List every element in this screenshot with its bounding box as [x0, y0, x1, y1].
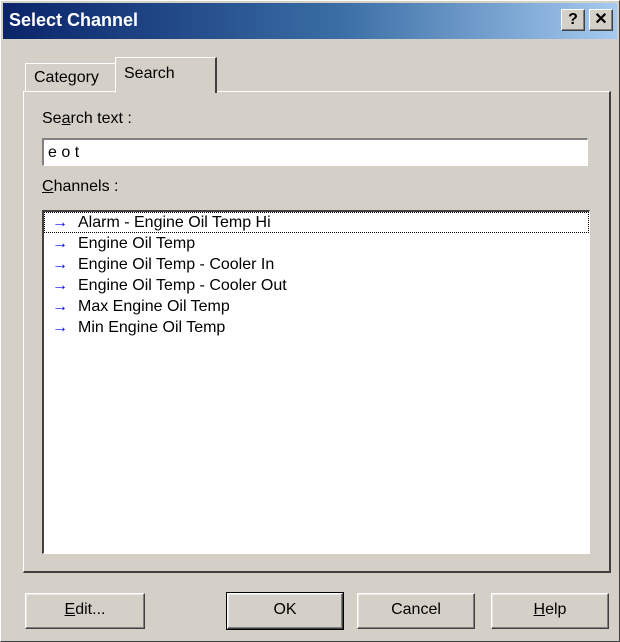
- ok-button[interactable]: OK: [226, 592, 344, 630]
- list-item-label: Max Engine Oil Temp: [78, 298, 230, 315]
- list-item-label: Alarm - Engine Oil Temp Hi: [78, 214, 271, 231]
- search-input[interactable]: [42, 138, 588, 166]
- search-tab-panel: Search text : Channels : → Alarm - Engine…: [23, 91, 611, 573]
- select-channel-dialog: Select Channel ? ✕ Category Search Searc…: [0, 0, 620, 642]
- arrow-right-icon: →: [52, 298, 68, 315]
- channels-listbox[interactable]: → Alarm - Engine Oil Temp Hi → Engine Oil …: [42, 210, 590, 554]
- list-item-label: Engine Oil Temp: [78, 235, 196, 252]
- arrow-right-icon: →: [52, 235, 68, 252]
- arrow-right-icon: →: [52, 214, 68, 231]
- list-item-label: Engine Oil Temp - Cooler In: [78, 256, 275, 273]
- arrow-right-icon: →: [52, 256, 68, 273]
- close-icon[interactable]: ✕: [589, 9, 613, 31]
- list-item[interactable]: → Engine Oil Temp - Cooler Out: [44, 275, 589, 296]
- list-item[interactable]: → Alarm - Engine Oil Temp Hi: [44, 212, 589, 233]
- window-title: Select Channel: [9, 10, 139, 30]
- tab-search[interactable]: Search: [115, 57, 217, 93]
- list-item[interactable]: → Engine Oil Temp - Cooler In: [44, 254, 589, 275]
- list-item-label: Min Engine Oil Temp: [78, 319, 226, 336]
- list-item[interactable]: → Max Engine Oil Temp: [44, 296, 589, 317]
- tab-category[interactable]: Category: [25, 63, 117, 93]
- list-item[interactable]: → Engine Oil Temp: [44, 233, 589, 254]
- help-button[interactable]: Help: [491, 593, 609, 629]
- list-item[interactable]: → Min Engine Oil Temp: [44, 317, 589, 338]
- search-text-label: Search text :: [42, 110, 132, 127]
- channels-label: Channels :: [42, 178, 119, 195]
- edit-button[interactable]: Edit...: [25, 593, 145, 629]
- cancel-button[interactable]: Cancel: [357, 593, 475, 629]
- list-item-label: Engine Oil Temp - Cooler Out: [78, 277, 287, 294]
- title-bar[interactable]: Select Channel ? ✕: [3, 3, 617, 39]
- help-icon[interactable]: ?: [561, 9, 585, 31]
- arrow-right-icon: →: [52, 277, 68, 294]
- arrow-right-icon: →: [52, 319, 68, 336]
